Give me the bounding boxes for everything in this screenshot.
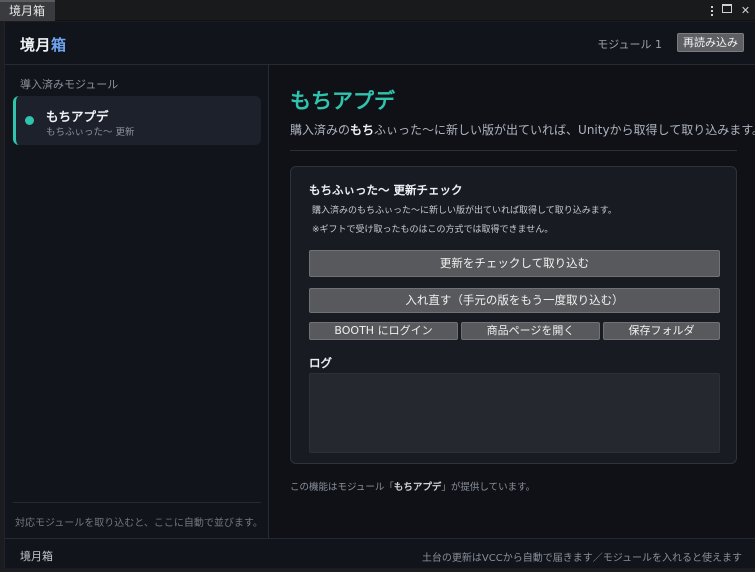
page-title: もちアプデ	[290, 89, 395, 113]
status-dot-icon	[25, 116, 34, 125]
maximize-icon[interactable]	[722, 3, 735, 19]
sidebar-item-mochi-update[interactable]: もちアプデ もちふぃった〜 更新	[13, 96, 261, 145]
more-icon[interactable]	[705, 3, 718, 19]
footer-note: 土台の更新はVCCから自動で届きます／モジュールを入れると使えます	[421, 553, 742, 564]
reinstall-button[interactable]: 入れ直す（手元の版をもう一度取り込む）	[309, 288, 720, 313]
brand-accent: 箱	[51, 36, 67, 54]
provider-name: もちアプデ	[393, 482, 442, 493]
save-folder-button[interactable]: 保存フォルダ	[603, 322, 720, 340]
description-pre: 購入済みの	[290, 123, 351, 137]
check-update-button[interactable]: 更新をチェックして取り込む	[309, 250, 720, 277]
store-page-button[interactable]: 商品ページを開く	[461, 322, 600, 340]
reload-button[interactable]: 再読み込み	[677, 33, 744, 52]
provider-post: 」が提供しています。	[441, 482, 536, 493]
brand-main: 境月	[20, 36, 52, 54]
provider-pre: この機能はモジュール「	[290, 482, 394, 493]
log-output[interactable]	[309, 373, 720, 453]
sidebar-item-label: もちアプデ	[46, 109, 109, 124]
page-description: 購入済みのもちふぃった〜に新しい版が出ていれば、Unityから取得して取り込みま…	[290, 121, 755, 138]
card-gift-warning: ※ギフトで受け取ったものはこの方式では取得できません。	[312, 225, 554, 235]
sidebar-heading: 導入済みモジュール	[20, 78, 119, 91]
provider-note: この機能はモジュール「もちアプデ」が提供しています。	[290, 479, 535, 493]
title-divider	[290, 150, 737, 151]
app-footer: 境月箱 土台の更新はVCCから自動で届きます／モジュールを入れると使えます	[5, 538, 755, 568]
app-brand: 境月箱	[20, 34, 67, 55]
description-bold: もち	[350, 123, 375, 137]
sidebar: 導入済みモジュール もちアプデ もちふぃった〜 更新 対応モジュールを取り込むと…	[5, 65, 269, 538]
app-header: 境月箱 モジュール 1 再読み込み	[5, 22, 755, 65]
footer-brand: 境月箱	[20, 550, 53, 563]
module-count: モジュール 1	[597, 38, 662, 51]
booth-login-button[interactable]: BOOTH にログイン	[309, 322, 458, 340]
close-icon[interactable]: ✕	[739, 3, 752, 19]
description-post: ふぃった〜に新しい版が出ていれば、Unityから取得して取り込みます。	[374, 123, 755, 137]
window-tab-bar: 境月箱 ✕	[0, 0, 755, 21]
window-tab[interactable]: 境月箱	[0, 0, 56, 21]
sidebar-item-subtitle: もちふぃった〜 更新	[46, 127, 135, 138]
window-controls: ✕	[705, 0, 752, 21]
app-window: 境月箱 モジュール 1 再読み込み 導入済みモジュール もちアプデ もちふぃった…	[4, 22, 755, 568]
log-label: ログ	[309, 356, 332, 370]
main-panel: もちアプデ 購入済みのもちふぃった〜に新しい版が出ていれば、Unityから取得し…	[270, 65, 755, 538]
card-title: もちふぃった〜 更新チェック	[309, 183, 463, 197]
update-check-card: もちふぃった〜 更新チェック 購入済みのもちふぃった〜に新しい版が出ていれば取得…	[290, 166, 737, 464]
sidebar-footer-note: 対応モジュールを取り込むと、ここに自動で並びます。	[15, 518, 263, 529]
sidebar-divider	[13, 502, 261, 503]
card-note: 購入済みのもちふぃった〜に新しい版が出ていれば取得して取り込みます。	[312, 206, 617, 216]
